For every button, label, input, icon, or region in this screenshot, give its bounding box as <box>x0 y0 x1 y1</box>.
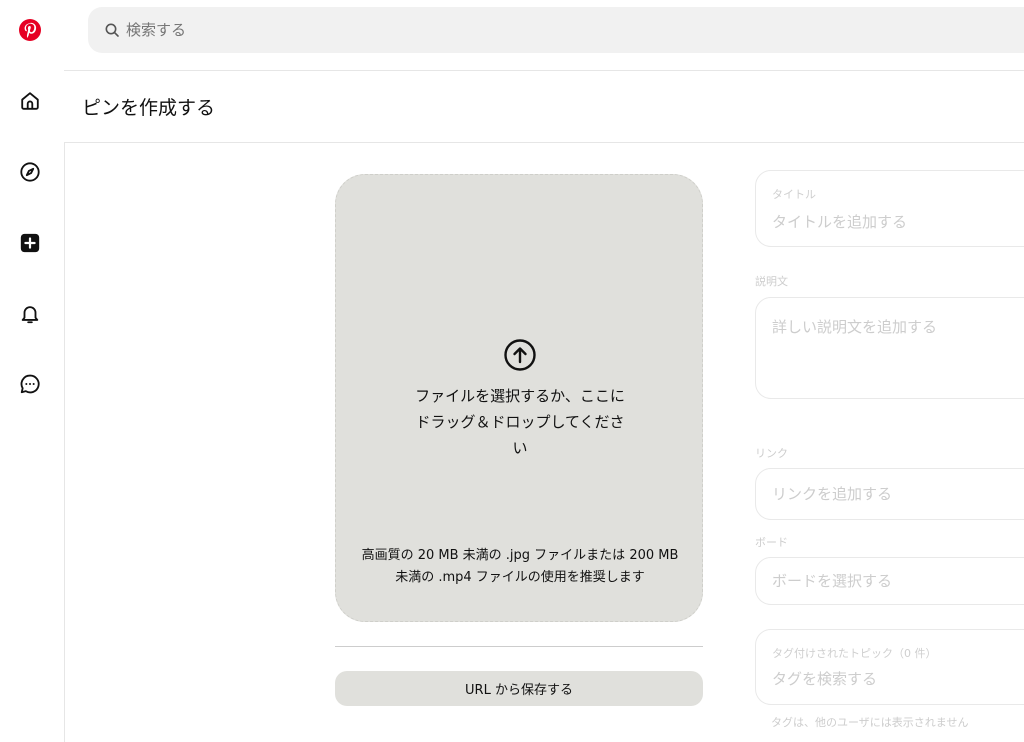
divider <box>335 646 703 647</box>
notifications-bell-icon[interactable] <box>12 296 48 332</box>
pin-details-form: タイトル 説明文 リンク ボード タグ付けされたトピック（0 件） タグは、他の… <box>755 0 1024 742</box>
page-title: ピンを作成する <box>82 97 216 119</box>
description-textarea[interactable] <box>772 316 1012 386</box>
upload-recommendation: 高画質の 20 MB 未満の .jpg ファイルまたは 200 MB 未満の .… <box>361 548 679 585</box>
messages-icon[interactable] <box>12 366 48 402</box>
board-label: ボード <box>755 536 788 549</box>
tags-label: タグ付けされたトピック（0 件） <box>772 647 937 660</box>
save-from-url-button[interactable]: URL から保存する <box>335 671 703 706</box>
board-select-input[interactable] <box>772 570 1012 592</box>
upload-instructions: ファイルを選択するか、ここにドラッグ＆ドロップしてください <box>415 387 625 457</box>
link-field[interactable] <box>755 468 1024 520</box>
pinterest-logo-icon[interactable] <box>12 12 48 48</box>
sidebar <box>0 0 65 742</box>
title-input[interactable] <box>772 211 1012 233</box>
search-input[interactable] <box>126 15 726 45</box>
tags-search-input[interactable] <box>772 668 1012 690</box>
search-icon <box>104 22 120 38</box>
link-label: リンク <box>755 447 788 460</box>
tags-note: タグは、他のユーザには表示されません <box>771 716 969 729</box>
home-icon[interactable] <box>12 83 48 119</box>
explore-compass-icon[interactable] <box>12 154 48 190</box>
description-field[interactable] <box>755 297 1024 399</box>
title-field[interactable]: タイトル <box>755 170 1024 247</box>
tags-field[interactable]: タグ付けされたトピック（0 件） <box>755 629 1024 705</box>
description-label: 説明文 <box>755 275 788 288</box>
board-select[interactable] <box>755 557 1024 605</box>
upload-arrow-icon <box>503 338 537 372</box>
upload-dropzone[interactable]: ファイルを選択するか、ここにドラッグ＆ドロップしてください 高画質の 20 MB… <box>335 174 703 622</box>
title-label: タイトル <box>772 188 816 201</box>
link-input[interactable] <box>772 483 1012 505</box>
create-plus-icon[interactable] <box>12 225 48 261</box>
